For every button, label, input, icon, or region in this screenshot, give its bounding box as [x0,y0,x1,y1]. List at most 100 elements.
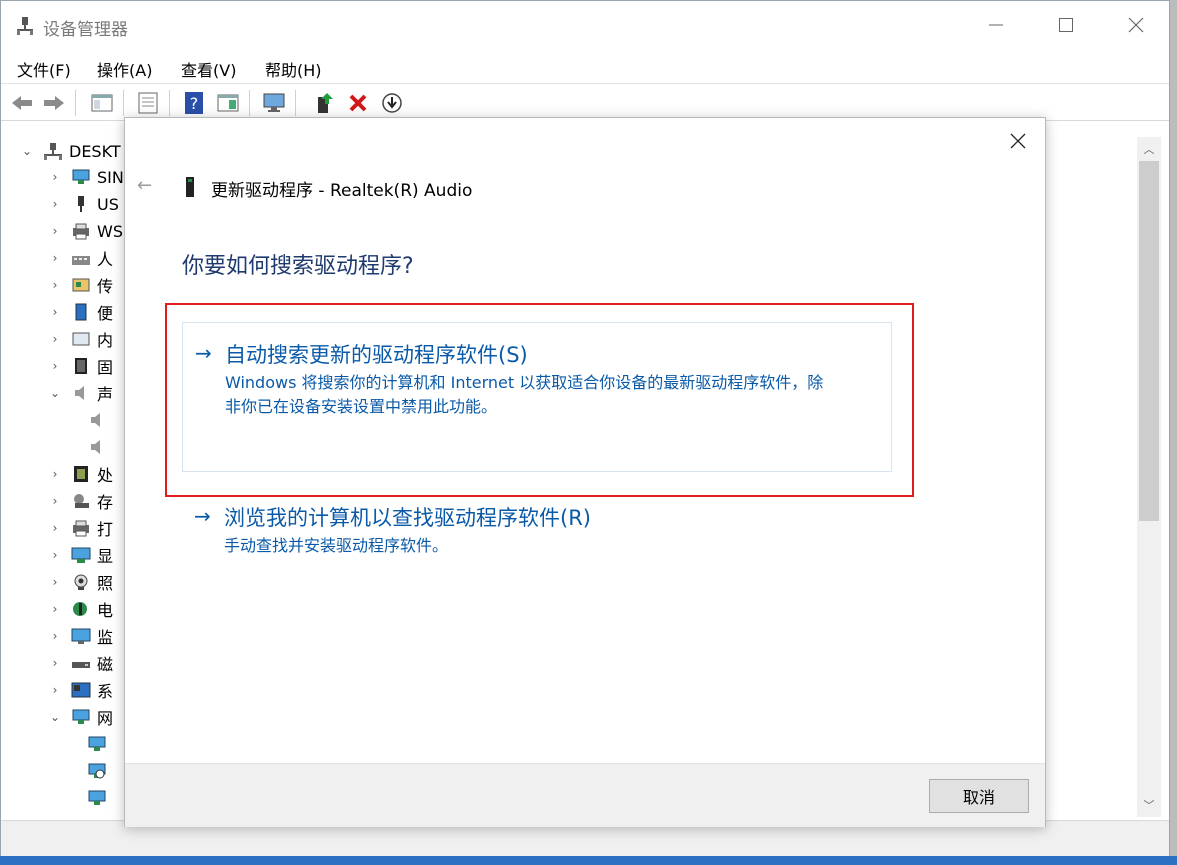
tree-child-item[interactable] [77,758,113,784]
tree-item-expanded[interactable]: ⌄ 声 [49,380,113,406]
chevron-right-icon[interactable]: › [49,575,61,589]
disk-drive-icon [72,662,90,668]
browse-computer-option[interactable]: → 浏览我的计算机以查找驱动程序软件(R) 手动查找并安装驱动程序软件。 [182,500,892,560]
dialog-close-button[interactable] [1001,126,1035,156]
tree-child-item[interactable] [77,731,113,757]
usb-icon [78,196,84,212]
tree-child-item[interactable] [77,434,113,460]
tree-root[interactable]: ⌄ DESKT [21,138,121,164]
browse-computer-description: 手动查找并安装驱动程序软件。 [224,536,449,555]
firmware-icon [75,358,87,374]
chevron-right-icon[interactable]: › [49,359,61,373]
tree-item-expanded[interactable]: ⌄ 网 [49,704,113,730]
back-arrow-icon[interactable]: ← [137,175,152,196]
disable-device-button[interactable] [379,90,405,116]
chevron-down-icon[interactable]: ⌄ [21,144,33,158]
scroll-thumb[interactable] [1139,161,1159,521]
tree-item[interactable]: › 电 [49,596,113,622]
tree-item[interactable]: › 内 [49,326,113,352]
toolbar-separator [249,90,250,116]
chevron-right-icon[interactable]: › [49,548,61,562]
tree-child-item[interactable] [77,407,113,433]
chevron-right-icon[interactable]: › [49,278,61,292]
toolbar: ? [1,84,1169,121]
tree-item[interactable]: › 磁 [49,650,113,676]
tree-child-item[interactable] [77,785,113,811]
printer-device-icon [73,223,89,240]
browse-computer-title: 浏览我的计算机以查找驱动程序软件(R) [224,506,591,530]
chevron-down-icon[interactable]: ⌄ [49,710,61,724]
menu-action[interactable]: 操作(A) [97,57,152,81]
minimize-button[interactable] [961,1,1031,49]
network-computer-icon [72,169,90,184]
toolbar-separator [295,90,296,116]
chevron-right-icon[interactable]: › [49,224,61,238]
tree-item[interactable]: › 处 [49,461,113,487]
tree-item[interactable]: › 照 [49,569,113,595]
svg-text:?: ? [190,94,199,113]
chevron-right-icon[interactable]: › [49,332,61,346]
uninstall-device-button[interactable] [345,90,371,116]
chevron-right-icon[interactable]: › [49,494,61,508]
tree-item[interactable]: › US [49,191,119,217]
tree-item[interactable]: › 存 [49,488,113,514]
tree-item[interactable]: › 系 [49,677,113,703]
back-button[interactable] [9,90,35,116]
chevron-right-icon[interactable]: › [49,170,61,184]
scroll-up-icon[interactable]: ︿ [1137,139,1161,159]
window-title: 设备管理器 [43,20,128,40]
chevron-right-icon[interactable]: › [49,251,61,265]
update-driver-button[interactable] [311,90,337,116]
audio-device-icon [186,177,194,197]
action-pane-icon [217,94,239,112]
maximize-button[interactable] [1031,1,1101,49]
tree-item[interactable]: › WS [49,218,123,244]
menu-bar: 文件(F) 操作(A) 查看(V) 帮助(H) [1,49,1169,84]
toolbar-separator [169,90,170,116]
tree-item[interactable]: › 监 [49,623,113,649]
display-adapter-icon [71,547,91,563]
chevron-right-icon[interactable]: › [49,656,61,670]
action-pane-button[interactable] [215,90,241,116]
show-hide-console-tree-button[interactable] [89,90,115,116]
tree-item[interactable]: › 便 [49,299,113,325]
tree-item[interactable]: › 人 [49,245,113,271]
tree-item[interactable]: › 传 [49,272,113,298]
tree-item[interactable]: › 打 [49,515,113,541]
cancel-button[interactable]: 取消 [929,779,1029,813]
chevron-right-icon[interactable]: › [49,629,61,643]
vertical-scrollbar[interactable]: ︿ ﹀ [1137,137,1161,817]
chevron-right-icon[interactable]: › [49,305,61,319]
tree-item[interactable]: › 固 [49,353,113,379]
chevron-right-icon[interactable]: › [49,197,61,211]
network-adapter-icon [88,790,106,805]
chevron-right-icon[interactable]: › [49,602,61,616]
chevron-down-icon[interactable]: ⌄ [49,386,61,400]
storage-controller-icon [74,494,89,508]
forward-button[interactable] [41,90,67,116]
red-x-icon [349,94,367,112]
printer-icon [73,520,89,537]
tree-item[interactable]: › SIN [49,164,124,190]
device-manager-icon [17,17,33,35]
memory-device-icon [72,332,90,346]
forward-arrow-icon [44,96,64,110]
menu-file[interactable]: 文件(F) [17,57,71,81]
properties-button[interactable] [135,90,161,116]
tree-item[interactable]: › 显 [49,542,113,568]
chevron-right-icon[interactable]: › [49,683,61,697]
keyboard-hid-icon [72,256,90,265]
menu-help[interactable]: 帮助(H) [265,57,322,81]
scroll-down-icon[interactable]: ﹀ [1137,795,1161,815]
arrow-right-icon: → [194,504,211,528]
device-tree: ⌄ DESKT › SIN › US › WS › 人 › 传 › 便 › 内 … [1,129,126,819]
scan-hardware-button[interactable] [261,90,287,116]
help-icon: ? [185,92,203,114]
close-window-button[interactable] [1101,1,1171,49]
title-bar[interactable]: 设备管理器 [1,1,1169,49]
help-button[interactable]: ? [181,90,207,116]
sensor-icon [72,278,90,292]
menu-view[interactable]: 查看(V) [181,57,236,81]
chevron-right-icon[interactable]: › [49,521,61,535]
chevron-right-icon[interactable]: › [49,467,61,481]
